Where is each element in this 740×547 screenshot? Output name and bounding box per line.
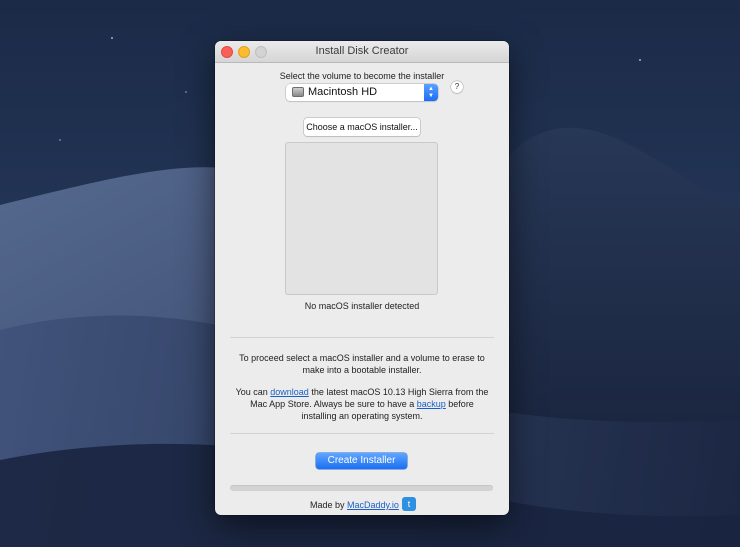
progress-bar — [230, 485, 493, 491]
choose-installer-button[interactable]: Choose a macOS installer... — [304, 118, 420, 136]
volume-popup-button[interactable]: Macintosh HD ▲ ▼ — [286, 84, 438, 101]
hard-disk-icon — [292, 87, 304, 97]
selected-volume: Macintosh HD — [308, 86, 378, 98]
footer-prefix: Made by — [310, 500, 348, 510]
instructions-text: To proceed select a macOS installer and … — [239, 353, 485, 375]
footer-credit: Made by MacDaddy.io — [310, 500, 399, 510]
divider-top — [230, 337, 494, 338]
macdaddy-link[interactable]: MacDaddy.io — [347, 500, 399, 510]
install-disk-creator-window: Install Disk Creator Select the volume t… — [215, 41, 509, 515]
twitter-bird-icon[interactable]: t — [402, 497, 416, 511]
info-text-a: You can — [235, 387, 271, 397]
window-titlebar[interactable]: Install Disk Creator — [215, 41, 509, 63]
volume-select-label: Select the volume to become the installe… — [279, 71, 445, 81]
window-title: Install Disk Creator — [315, 45, 409, 57]
download-link[interactable]: download — [270, 387, 309, 397]
backup-link[interactable]: backup — [417, 399, 446, 409]
help-button[interactable]: ? — [451, 81, 463, 93]
create-installer-button[interactable]: Create Installer — [316, 453, 407, 469]
installer-status: No macOS installer detected — [304, 301, 420, 311]
installer-image-well[interactable] — [285, 142, 438, 295]
divider-bottom — [230, 433, 494, 434]
download-info-text: You can download the latest macOS 10.13 … — [233, 386, 491, 422]
up-down-chevron-icon: ▲ ▼ — [424, 84, 438, 101]
